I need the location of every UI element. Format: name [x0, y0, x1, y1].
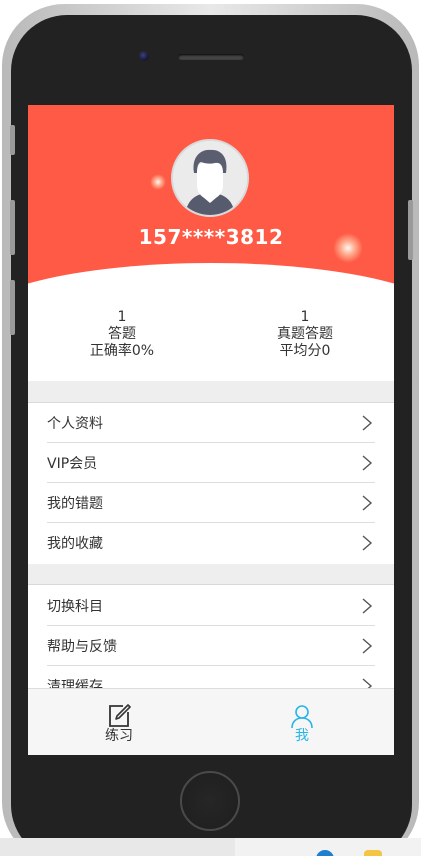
tab-practice[interactable]: 练习 [89, 703, 149, 744]
stat-exam-average: 平均分0 [279, 343, 331, 359]
menu-item-label: 我的错题 [47, 496, 103, 512]
mute-switch [10, 125, 15, 155]
user-avatar-icon [173, 141, 247, 215]
desktop-taskbar [0, 838, 421, 856]
bottom-tab-bar: 练习 我 [28, 688, 394, 755]
page: 157****3812 1 答题 正确率0% 1 真题答题 平均分0 个人资料 … [0, 0, 421, 856]
username: 157****3812 [138, 225, 284, 249]
avatar[interactable] [171, 139, 249, 217]
chevron-right-icon [362, 638, 373, 654]
menu-item-switch-subject[interactable]: 切换科目 [47, 586, 375, 626]
section-divider [28, 564, 394, 585]
chevron-right-icon [362, 495, 373, 511]
menu-item-wrong-questions[interactable]: 我的错题 [47, 483, 375, 523]
menu-item-label: 切换科目 [47, 599, 103, 615]
chevron-right-icon [362, 415, 373, 431]
stat-exam-label: 真题答题 [277, 326, 333, 342]
folder-icon[interactable] [364, 850, 382, 856]
section-divider [28, 381, 394, 403]
home-button[interactable] [180, 771, 240, 831]
menu-item-label: 个人资料 [47, 416, 103, 432]
stat-exam-count: 1 [300, 309, 310, 325]
edit-icon [109, 704, 131, 727]
volume-down-button [10, 280, 15, 335]
tab-practice-label: 练习 [105, 728, 133, 744]
chevron-right-icon [362, 598, 373, 614]
stat-exam-answers[interactable]: 1 真题答题 平均分0 [225, 309, 385, 360]
menu-item-help-feedback[interactable]: 帮助与反馈 [47, 626, 375, 666]
stat-answers-label: 答题 [108, 326, 136, 342]
menu-item-profile[interactable]: 个人资料 [47, 403, 375, 443]
menu-item-label: VIP会员 [47, 456, 98, 472]
volume-up-button [10, 200, 15, 255]
sparkle-decoration [150, 174, 166, 190]
power-button [408, 200, 413, 260]
stat-answers-count: 1 [117, 309, 127, 325]
browser-icon[interactable] [316, 850, 334, 856]
profile-header: 157****3812 [28, 105, 394, 323]
user-icon [291, 705, 313, 729]
menu-item-favorites[interactable]: 我的收藏 [47, 523, 375, 563]
tab-me-label: 我 [295, 728, 309, 744]
tab-me[interactable]: 我 [272, 703, 332, 744]
app-screen: 157****3812 1 答题 正确率0% 1 真题答题 平均分0 个人资料 … [28, 105, 394, 755]
menu-item-vip[interactable]: VIP会员 [47, 443, 375, 483]
menu-item-label: 我的收藏 [47, 536, 103, 552]
front-camera-icon [139, 51, 149, 61]
menu-item-label: 帮助与反馈 [47, 639, 117, 655]
earpiece-speaker [178, 54, 244, 60]
stat-answers-accuracy: 正确率0% [89, 343, 155, 359]
stat-answers[interactable]: 1 答题 正确率0% [42, 309, 202, 360]
menu-group-account: 个人资料 VIP会员 我的错题 我的收藏 [28, 403, 394, 563]
chevron-right-icon [362, 455, 373, 471]
taskbar-search-box[interactable] [0, 838, 235, 856]
chevron-right-icon [362, 535, 373, 551]
